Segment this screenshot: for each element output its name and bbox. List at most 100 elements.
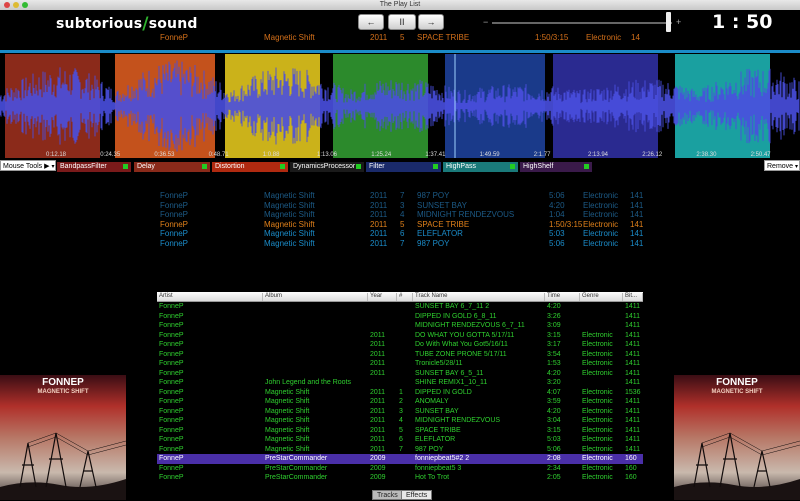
table-row[interactable]: FonneP PreStarCommander 2009 fonniepbeat5 3… [157, 464, 643, 474]
playlist-title: 987 POY [417, 238, 450, 248]
table-row[interactable]: FonneP 2011 SUNSET BAY 6_5_11 4:20 Electroni… [157, 369, 643, 379]
table-cell: 3 [399, 407, 403, 415]
playlist-row[interactable]: FonneP Magnetic Shift 2011 4 MIDNIGHT RENDEZ… [0, 210, 800, 219]
table-cell: PreStarCommander [265, 474, 328, 481]
playlist-row[interactable]: FonneP Magnetic Shift 2011 3 SUNSET BAY 4:20 E… [0, 201, 800, 210]
effect-dynamicsprocessor[interactable]: DynamicsProcessor [290, 162, 364, 172]
effect-enabled-indicator[interactable] [584, 164, 589, 169]
playlist-year: 2011 [370, 229, 388, 238]
effect-bandpassfilter[interactable]: BandpassFilter [57, 162, 131, 172]
now-playing-title: SPACE TRIBE [417, 33, 470, 42]
column-header[interactable]: Year [368, 293, 397, 301]
zoom-window-button[interactable] [22, 2, 28, 8]
pause-button[interactable]: II [388, 14, 416, 30]
table-cell: 3:54 [547, 350, 561, 358]
table-row[interactable]: FonneP PreStarCommander 2009 fonniepbeat5#2… [157, 454, 643, 464]
table-row[interactable]: FonneP Magnetic Shift 2011 1 DIPPED IN GOLD 4… [157, 388, 643, 398]
album-art-artist: FONNEP [716, 377, 758, 388]
table-cell: 3:15 [547, 426, 561, 434]
table-row[interactable]: FonneP PreStarCommander 2009 Hot To Trot 2:0… [157, 473, 643, 483]
waveform-tick-label: 2:1.77 [533, 152, 551, 158]
playlist-artist: FonneP [160, 238, 189, 248]
logo-right-text: sound [148, 16, 198, 32]
waveform-tick-label: 0:12.18 [46, 152, 67, 158]
table-row[interactable]: FonneP Magnetic Shift 2011 3 SUNSET BAY 4:20 E… [157, 407, 643, 417]
minimize-window-button[interactable] [13, 2, 19, 8]
table-row[interactable]: FonneP Magnetic Shift 2011 6 ELEFLATOR 5:03 El… [157, 435, 643, 445]
effect-label: Distortion [215, 163, 245, 170]
playlist-row[interactable]: FonneP Magnetic Shift 2011 5 SPACE TRIBE 1:50… [0, 220, 800, 229]
effect-distortion[interactable]: Distortion [212, 162, 288, 172]
effect-enabled-indicator[interactable] [356, 164, 361, 169]
effect-filter[interactable]: Filter [366, 162, 441, 172]
table-row[interactable]: FonneP DIPPED IN GOLD 6_8_11 3:26 1411 [157, 312, 643, 322]
window-title: The Play List [379, 1, 421, 8]
album-art-title: MAGNETIC SHIFT [711, 389, 763, 395]
playlist-time: 5:06 [549, 191, 565, 200]
column-header[interactable]: Artist [157, 293, 263, 301]
playlist-artist: FonneP [160, 229, 189, 238]
table-cell: Electronic [582, 426, 613, 434]
volume-slider-knob[interactable] [666, 12, 671, 32]
table-row[interactable]: FonneP MIDNIGHT RENDEZVOUS 6_7_11 3:09 1411 [157, 321, 643, 331]
column-header[interactable]: Album [263, 293, 368, 301]
effect-highpass[interactable]: HighPass [443, 162, 518, 172]
column-header[interactable]: Bit... [623, 293, 643, 301]
playlist-row[interactable]: FonneP Magnetic Shift 2011 7 987 POY 5:06 Elec… [0, 191, 800, 200]
playlist-row[interactable]: FonneP Magnetic Shift 2011 6 ELEFLATOR 5:03 El… [0, 229, 800, 238]
table-row[interactable]: FonneP 2011 Do With What You Got5/16/11 3:1… [157, 340, 643, 350]
column-header[interactable]: Genre [580, 293, 623, 301]
table-row[interactable]: FonneP 2011 DO WHAT YOU GOTTA 5/17/11 3:15 E… [157, 331, 643, 341]
table-row[interactable]: FonneP Magnetic Shift 2011 5 SPACE TRIBE 3:15… [157, 426, 643, 436]
volume-minus-icon: − [483, 17, 489, 27]
now-playing-year: 2011 [370, 33, 388, 42]
table-cell: 2009 [370, 455, 386, 462]
tab-tracks[interactable]: Tracks [372, 490, 403, 500]
table-row[interactable]: FonneP 2011 TUBE ZONE PRONE 5/17/11 3:54 Ele… [157, 350, 643, 360]
remove-dropdown[interactable]: Remove ▾ [764, 160, 800, 171]
effect-enabled-indicator[interactable] [433, 164, 438, 169]
effect-enabled-indicator[interactable] [202, 164, 207, 169]
table-cell: 4:20 [547, 369, 561, 377]
table-row[interactable]: FonneP Magnetic Shift 2011 4 MIDNIGHT RENDEZ… [157, 416, 643, 426]
table-cell: 6 [399, 436, 403, 443]
table-cell: FonneP [159, 464, 184, 472]
table-row[interactable]: FonneP Magnetic Shift 2011 7 987 POY 5:06 Elec… [157, 445, 643, 455]
table-row[interactable]: FonneP Magnetic Shift 2011 2 ANOMALY 3:59 Elec… [157, 397, 643, 407]
mouse-tools-dropdown[interactable]: Mouse Tools ▶ ▾ [0, 160, 56, 171]
table-row[interactable]: FonneP 2011 Tronicle5/28/11 1:53 Electronic 1… [157, 359, 643, 369]
volume-slider[interactable] [492, 22, 672, 24]
effect-enabled-indicator[interactable] [123, 164, 128, 169]
next-track-button[interactable]: → [418, 14, 444, 30]
close-window-button[interactable] [4, 2, 10, 8]
effect-enabled-indicator[interactable] [280, 164, 285, 169]
table-cell: FonneP [159, 445, 184, 453]
table-cell: FonneP [159, 379, 184, 386]
previous-track-button[interactable]: ← [358, 14, 384, 30]
table-row[interactable]: FonneP SUNSET BAY 6_7_11 2 4:20 1411 [157, 302, 643, 312]
table-cell: PreStarCommander [265, 464, 328, 472]
table-cell: TUBE ZONE PRONE 5/17/11 [415, 350, 507, 358]
column-header[interactable]: Track Name [413, 293, 545, 301]
playlist-track: 7 [400, 191, 405, 200]
effect-highshelf[interactable]: HighShelf [520, 162, 592, 172]
waveform-display[interactable] [0, 50, 800, 162]
column-header[interactable]: # [397, 293, 413, 301]
playlist-row[interactable]: FonneP Magnetic Shift 2011 7 987 POY 5:06 Elec… [0, 239, 800, 248]
table-row[interactable]: FonneP John Legend and the Roots SHINE REM… [157, 378, 643, 388]
effect-delay[interactable]: Delay [134, 162, 210, 172]
album-art-title: MAGNETIC SHIFT [37, 389, 89, 395]
playlist-genre: Electronic [583, 191, 619, 200]
column-header[interactable]: Time [545, 293, 580, 301]
playlist-track: 3 [400, 200, 405, 210]
table-cell: Electronic [582, 360, 613, 367]
playlist-bitrate: 141 [630, 229, 644, 238]
now-playing-artist: FonneP [160, 33, 189, 42]
playlist-album: Magnetic Shift [264, 191, 315, 200]
arrow-left-icon: ← [366, 17, 376, 27]
album-art-right: FONNEP MAGNETIC SHIFT [674, 375, 800, 500]
waveform-tick-label: 2:26.12 [642, 152, 663, 158]
effect-enabled-indicator[interactable] [510, 164, 515, 169]
tab-effects[interactable]: Effects [401, 490, 433, 500]
table-cell: 1411 [625, 331, 641, 339]
